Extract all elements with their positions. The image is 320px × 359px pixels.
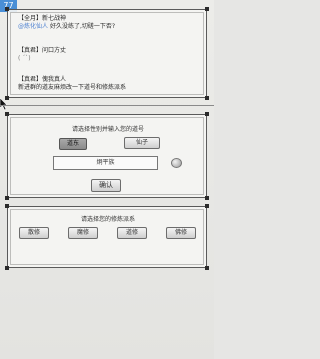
corner <box>5 204 9 208</box>
dao-name-input[interactable]: 炯平族 <box>53 156 158 170</box>
chat-message: ( ´`) <box>18 55 31 62</box>
sect-option-daoxiu[interactable]: 道修 <box>117 227 147 239</box>
chat-sender[interactable]: 【真君】问口方丈 <box>18 47 66 55</box>
corner <box>5 112 9 116</box>
chat-message: 新进群的道友麻烦改一下道号和修炼派系 <box>18 84 127 91</box>
chat-mention[interactable]: @炼化仙人 <box>18 23 48 30</box>
gender-female-button[interactable]: 仙子 <box>124 137 160 149</box>
dao-name-panel: 请选择性别并输入您的道号 道东 仙子 炯平族 确认 <box>5 112 209 200</box>
divider <box>0 105 214 106</box>
corner <box>205 266 209 270</box>
chat-panel: 【全月】新七战神 @炼化仙人 好久没练了,切磋一下否? 【真君】问口方丈 ( ´… <box>5 7 209 100</box>
sect-option-moxiu[interactable]: 魔修 <box>68 227 98 239</box>
sect-option-sanxiu[interactable]: 散修 <box>19 227 49 239</box>
dao-name-title: 请选择性别并输入您的道号 <box>71 126 144 133</box>
corner <box>205 204 209 208</box>
corner <box>5 266 9 270</box>
sect-option-foxiu[interactable]: 佛修 <box>166 227 196 239</box>
corner <box>5 196 9 200</box>
corner <box>205 7 209 11</box>
corner <box>205 196 209 200</box>
sect-title: 请选择您的修炼派系 <box>80 216 135 223</box>
corner <box>205 112 209 116</box>
mouse-cursor-icon <box>0 97 7 111</box>
confirm-button[interactable]: 确认 <box>91 179 121 192</box>
chat-sender[interactable]: 【全月】新七战神 <box>18 15 66 23</box>
corner <box>5 7 9 11</box>
sect-panel: 请选择您的修炼派系 散修 魔修 道修 佛修 <box>5 204 209 270</box>
chat-message: 好久没练了,切磋一下否? <box>49 23 116 30</box>
gender-male-button[interactable]: 道东 <box>59 138 87 150</box>
corner <box>205 96 209 100</box>
random-name-dice-icon[interactable] <box>171 158 182 168</box>
chat-sender[interactable]: 【真君】傀我真人 <box>18 76 66 84</box>
chat-text: @炼化仙人 好久没练了,切磋一下否? <box>18 23 115 31</box>
